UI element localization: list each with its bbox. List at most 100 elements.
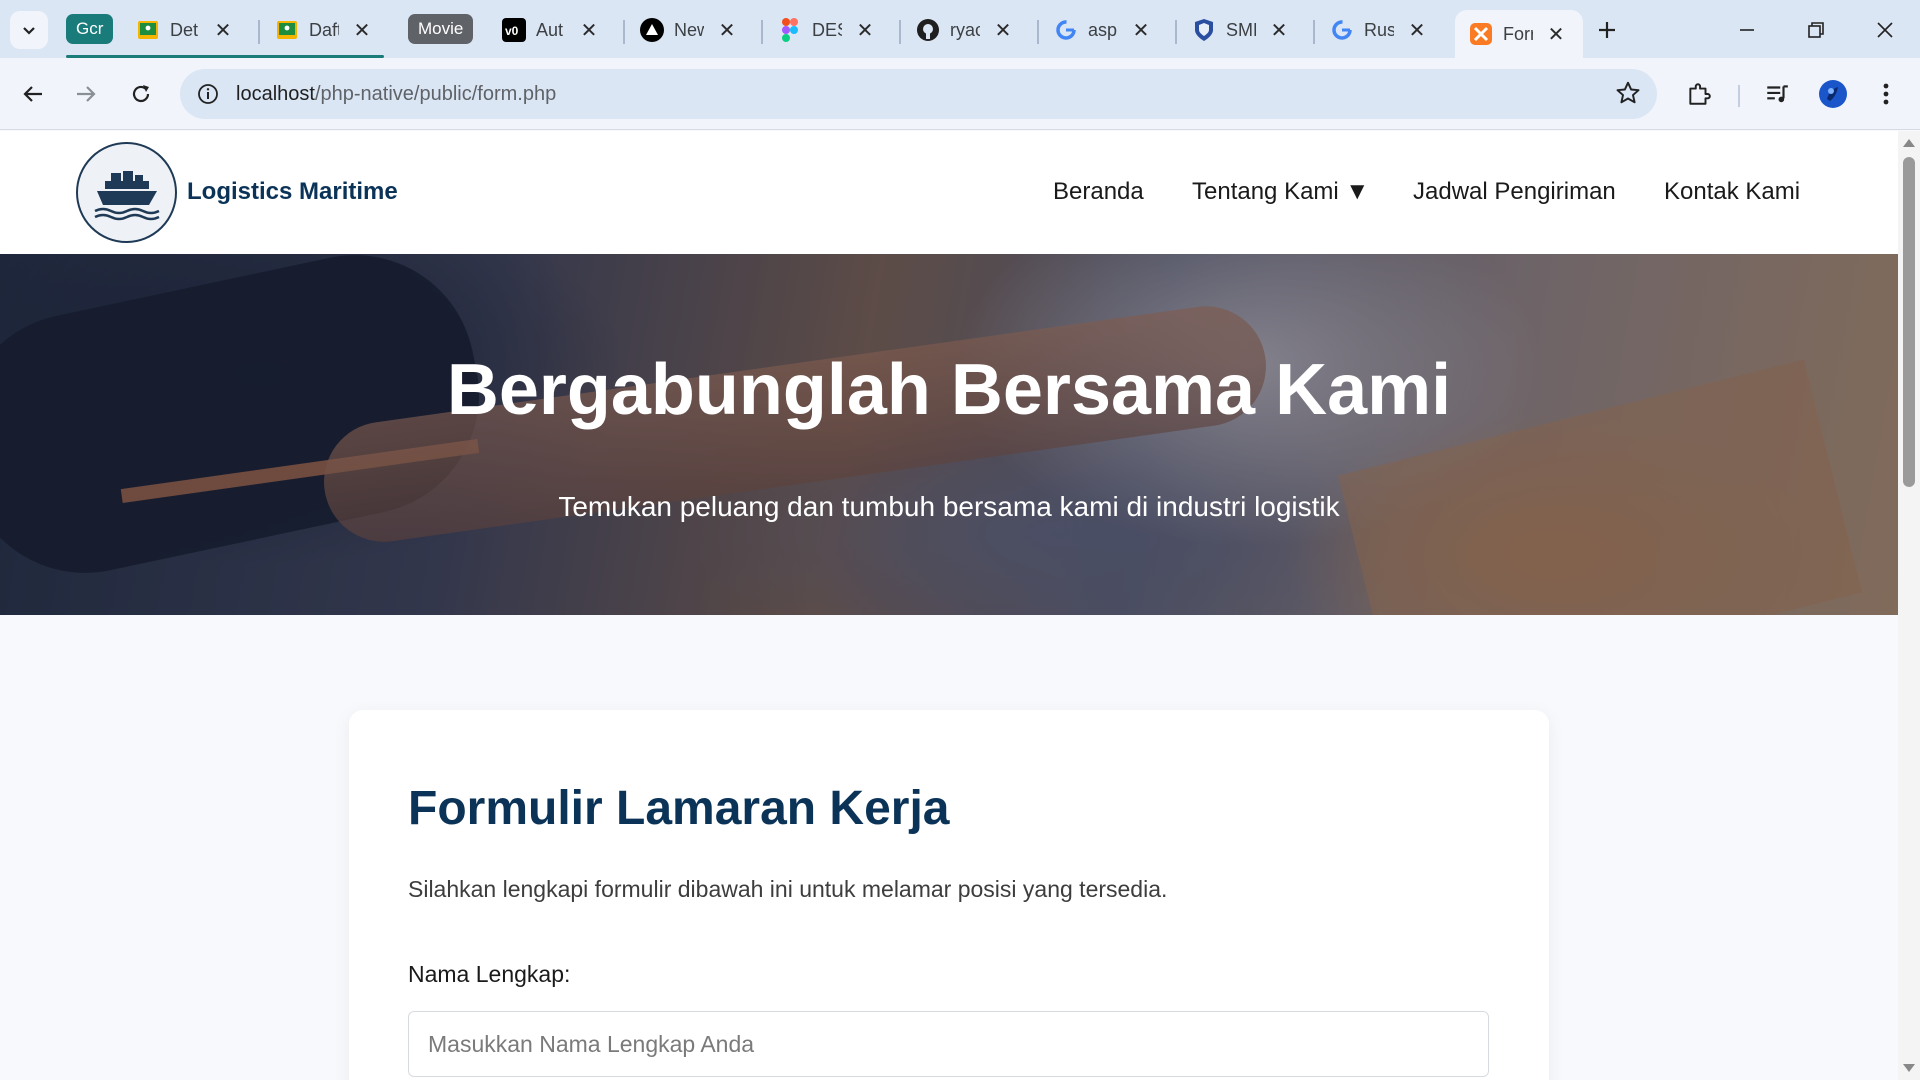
tab-title: New <box>674 19 704 40</box>
site-info-icon[interactable] <box>183 69 233 119</box>
tab-group-label: Movie <box>418 19 464 38</box>
url-host: localhost <box>236 82 315 105</box>
github-icon <box>916 18 940 42</box>
scroll-down-arrow-icon[interactable] <box>1903 1064 1915 1072</box>
close-icon[interactable]: ✕ <box>1408 20 1426 42</box>
back-button[interactable] <box>13 74 53 114</box>
form-description: Silahkan lengkapi formulir dibawah ini u… <box>408 876 1168 902</box>
google-classroom-icon <box>275 18 299 42</box>
tab-group-gcr[interactable]: Gcr <box>66 14 114 44</box>
google-icon <box>1330 18 1354 42</box>
google-icon <box>1054 18 1078 42</box>
hero-banner: Bergabunglah Bersama Kami Temukan peluan… <box>0 254 1898 615</box>
new-tab-button[interactable] <box>1597 14 1617 48</box>
url-text[interactable]: localhost/php-native/public/form.php <box>236 83 556 106</box>
tab-separator <box>623 20 625 44</box>
tab-title: SMK <box>1226 19 1256 40</box>
browser-tab[interactable]: New ✕ <box>640 10 736 50</box>
queue-music-icon <box>1767 85 1788 103</box>
nav-link-schedule[interactable]: Jadwal Pengiriman <box>1413 178 1616 206</box>
browser-tab[interactable]: v0 Aut ✕ <box>502 10 598 50</box>
tab-group-movie[interactable]: Movie <box>408 14 474 44</box>
plus-icon <box>1599 22 1615 38</box>
close-icon[interactable]: ✕ <box>1132 20 1150 42</box>
shield-icon <box>1192 18 1216 42</box>
browser-tab[interactable]: DES ✕ <box>778 10 874 50</box>
browser-tab[interactable]: Daft ✕ <box>275 10 371 50</box>
ship-logo-icon[interactable] <box>76 142 177 243</box>
tab-separator <box>1313 20 1315 44</box>
browser-tab[interactable]: Rus ✕ <box>1330 10 1426 50</box>
browser-tab[interactable]: Det ✕ <box>136 10 232 50</box>
scroll-up-arrow-icon[interactable] <box>1903 139 1915 147</box>
media-controls-button[interactable] <box>1757 74 1797 114</box>
tab-title: Forr <box>1503 23 1533 44</box>
arrow-left-icon <box>23 86 42 102</box>
browser-tab[interactable]: ryac ✕ <box>916 10 1012 50</box>
avatar-icon <box>1819 80 1847 108</box>
close-icon[interactable]: ✕ <box>856 20 874 42</box>
restore-icon <box>1808 22 1824 38</box>
browser-tab[interactable]: asp ✕ <box>1054 10 1150 50</box>
more-vertical-icon <box>1883 83 1889 105</box>
application-form-card: Formulir Lamaran Kerja Silahkan lengkapi… <box>349 710 1549 1080</box>
close-icon[interactable]: ✕ <box>353 20 371 42</box>
minimize-button[interactable] <box>1727 10 1767 50</box>
browser-tab[interactable]: SMK ✕ <box>1192 10 1288 50</box>
tab-group-label: Gcr <box>76 19 104 38</box>
puzzle-icon <box>1689 83 1711 105</box>
tab-strip: Gcr Det ✕ Daft ✕ Movie v0 Aut ✕ New ✕ DE… <box>0 0 1920 58</box>
close-icon[interactable]: ✕ <box>1547 24 1565 46</box>
tab-title: Rus <box>1364 19 1394 40</box>
minimize-icon <box>1740 29 1754 31</box>
toolbar-separator <box>1738 85 1740 107</box>
close-icon[interactable]: ✕ <box>580 20 598 42</box>
profile-avatar[interactable] <box>1813 74 1853 114</box>
chevron-down-icon <box>23 27 35 35</box>
tab-separator <box>1037 20 1039 44</box>
svg-text:v0: v0 <box>505 24 519 38</box>
tab-title: Det <box>170 19 199 40</box>
xampp-icon <box>1469 22 1493 46</box>
tab-separator <box>899 20 901 44</box>
hero-overlay <box>0 254 1898 615</box>
close-icon <box>1877 22 1893 38</box>
hero-subtitle: Temukan peluang dan tumbuh bersama kami … <box>558 491 1340 522</box>
nav-link-contact[interactable]: Kontak Kami <box>1664 178 1800 206</box>
extensions-button[interactable] <box>1679 74 1719 114</box>
restore-button[interactable] <box>1796 10 1836 50</box>
close-icon[interactable]: ✕ <box>214 20 232 42</box>
reload-button[interactable] <box>121 74 161 114</box>
tab-search-button[interactable] <box>10 11 48 49</box>
url-path: /php-native/public/form.php <box>314 82 557 105</box>
tab-separator <box>258 20 260 44</box>
close-icon[interactable]: ✕ <box>1270 20 1288 42</box>
vercel-v0-icon: v0 <box>502 18 526 42</box>
address-bar[interactable]: localhost/php-native/public/form.php <box>180 69 1657 119</box>
nav-link-home[interactable]: Beranda <box>1053 178 1144 206</box>
google-classroom-icon <box>136 18 160 42</box>
vercel-triangle-icon <box>640 18 664 42</box>
page-scrollbar[interactable] <box>1898 131 1920 1080</box>
figma-icon <box>778 18 802 42</box>
tab-title: Aut <box>536 19 564 40</box>
form-title: Formulir Lamaran Kerja <box>408 782 950 835</box>
nav-link-about-dropdown[interactable]: Tentang Kami ▼ <box>1192 178 1369 206</box>
close-window-button[interactable] <box>1865 10 1905 50</box>
browser-tab-active[interactable]: Forr ✕ <box>1455 10 1583 58</box>
scrollbar-thumb[interactable] <box>1903 157 1915 487</box>
close-icon[interactable]: ✕ <box>718 20 736 42</box>
browser-toolbar: localhost/php-native/public/form.php <box>0 58 1920 130</box>
page-viewport: Logistics Maritime Beranda Tentang Kami … <box>0 131 1898 1080</box>
bookmark-star-icon[interactable] <box>1615 80 1641 111</box>
forward-button[interactable] <box>66 74 106 114</box>
arrow-right-icon <box>77 86 96 102</box>
hero-title: Bergabunglah Bersama Kami <box>446 350 1452 430</box>
close-icon[interactable]: ✕ <box>994 20 1012 42</box>
tab-separator <box>1175 20 1177 44</box>
browser-menu-button[interactable] <box>1866 74 1906 114</box>
brand-name[interactable]: Logistics Maritime <box>187 178 398 206</box>
full-name-input[interactable] <box>408 1011 1489 1077</box>
tab-separator <box>761 20 763 44</box>
tab-title: asp <box>1088 19 1118 40</box>
